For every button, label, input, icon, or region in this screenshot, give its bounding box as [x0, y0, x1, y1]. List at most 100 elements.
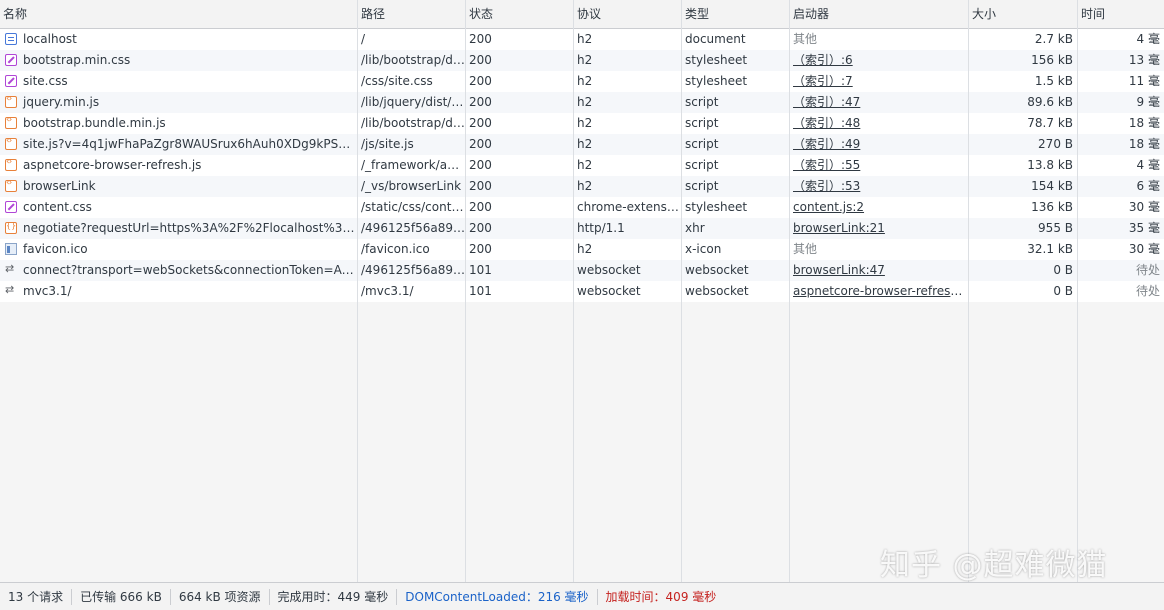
column-header-time[interactable]: 时间 — [1078, 0, 1164, 29]
cell-initiator[interactable]: aspnetcore-browser-refresh.js:... — [790, 281, 968, 302]
column-divider — [1077, 0, 1078, 582]
cell-size: 0 B — [969, 281, 1077, 302]
table-row[interactable]: aspnetcore-browser-refresh.js/_framework… — [0, 155, 1164, 176]
cell-protocol: websocket — [574, 281, 681, 302]
cell-initiator: 其他 — [790, 29, 968, 50]
cell-path: /496125f56a894... — [358, 260, 465, 281]
cell-status: 200 — [466, 239, 573, 260]
table-row[interactable]: jquery.min.js/lib/jquery/dist/j...200h2s… — [0, 92, 1164, 113]
cell-size: 2.7 kB — [969, 29, 1077, 50]
column-divider — [465, 0, 466, 582]
cell-time: 13 毫 — [1078, 50, 1164, 71]
cell-path: / — [358, 29, 465, 50]
cell-status: 200 — [466, 218, 573, 239]
cell-name[interactable]: browserLink — [0, 176, 357, 197]
cell-name[interactable]: bootstrap.bundle.min.js — [0, 113, 357, 134]
cell-initiator[interactable]: （索引）:6 — [790, 50, 968, 71]
table-header: 名称 路径 状态 协议 类型 启动器 大小 时间 — [0, 0, 1164, 29]
table-row[interactable]: favicon.ico/favicon.ico200h2x-icon其他32.1… — [0, 239, 1164, 260]
cell-size: 156 kB — [969, 50, 1077, 71]
xhr-icon — [5, 222, 17, 234]
table-row[interactable]: negotiate?requestUrl=https%3A%2F%2Flocal… — [0, 218, 1164, 239]
table-row[interactable]: site.js?v=4q1jwFhaPaZgr8WAUSrux6hAuh0XDg… — [0, 134, 1164, 155]
cell-initiator[interactable]: （索引）:7 — [790, 71, 968, 92]
cell-size: 1.5 kB — [969, 71, 1077, 92]
cell-type: websocket — [682, 281, 789, 302]
cell-initiator[interactable]: browserLink:21 — [790, 218, 968, 239]
cell-type: script — [682, 134, 789, 155]
column-divider — [789, 0, 790, 582]
column-divider — [573, 0, 574, 582]
cell-size: 955 B — [969, 218, 1077, 239]
cell-time: 18 毫 — [1078, 134, 1164, 155]
cell-status: 200 — [466, 29, 573, 50]
table-row[interactable]: mvc3.1//mvc3.1/101websocketwebsocketaspn… — [0, 281, 1164, 302]
table-row[interactable]: localhost/200h2document其他2.7 kB4 毫 — [0, 29, 1164, 50]
cell-status: 200 — [466, 92, 573, 113]
cell-type: document — [682, 29, 789, 50]
cell-name[interactable]: content.css — [0, 197, 357, 218]
cell-size: 270 B — [969, 134, 1077, 155]
column-header-type[interactable]: 类型 — [682, 0, 789, 29]
column-header-initiator[interactable]: 启动器 — [790, 0, 968, 29]
column-header-protocol[interactable]: 协议 — [574, 0, 681, 29]
cell-name[interactable]: negotiate?requestUrl=https%3A%2F%2Flocal… — [0, 218, 357, 239]
cell-initiator[interactable]: （索引）:48 — [790, 113, 968, 134]
column-header-size[interactable]: 大小 — [969, 0, 1077, 29]
network-request-table: 名称 路径 状态 协议 类型 启动器 大小 时间 localhost/200h2… — [0, 0, 1164, 582]
cell-protocol: chrome-extension — [574, 197, 681, 218]
script-icon — [5, 138, 17, 150]
cell-name[interactable]: favicon.ico — [0, 239, 357, 260]
table-row[interactable]: connect?transport=webSockets&connectionT… — [0, 260, 1164, 281]
cell-protocol: h2 — [574, 113, 681, 134]
script-icon — [5, 180, 17, 192]
column-divider — [681, 0, 682, 582]
cell-size: 154 kB — [969, 176, 1077, 197]
cell-path: /favicon.ico — [358, 239, 465, 260]
cell-protocol: h2 — [574, 71, 681, 92]
cell-status: 101 — [466, 281, 573, 302]
cell-name[interactable]: jquery.min.js — [0, 92, 357, 113]
cell-initiator[interactable]: （索引）:55 — [790, 155, 968, 176]
cell-protocol: h2 — [574, 29, 681, 50]
cell-status: 200 — [466, 134, 573, 155]
stylesheet-icon — [5, 75, 17, 87]
cell-initiator[interactable]: （索引）:49 — [790, 134, 968, 155]
table-row[interactable]: bootstrap.bundle.min.js/lib/bootstrap/di… — [0, 113, 1164, 134]
request-name: bootstrap.bundle.min.js — [23, 116, 166, 130]
websocket-icon — [5, 264, 17, 276]
cell-name[interactable]: aspnetcore-browser-refresh.js — [0, 155, 357, 176]
table-row[interactable]: site.css/css/site.css200h2stylesheet（索引）… — [0, 71, 1164, 92]
cell-path: /js/site.js — [358, 134, 465, 155]
table-row[interactable]: browserLink/_vs/browserLink200h2script（索… — [0, 176, 1164, 197]
cell-status: 200 — [466, 197, 573, 218]
cell-name[interactable]: connect?transport=webSockets&connectionT… — [0, 260, 357, 281]
cell-protocol: websocket — [574, 260, 681, 281]
cell-initiator[interactable]: browserLink:47 — [790, 260, 968, 281]
document-icon — [5, 33, 17, 45]
cell-name[interactable]: site.css — [0, 71, 357, 92]
column-header-status[interactable]: 状态 — [466, 0, 573, 29]
table-row[interactable]: content.css/static/css/conte...200chrome… — [0, 197, 1164, 218]
cell-initiator[interactable]: （索引）:47 — [790, 92, 968, 113]
cell-name[interactable]: bootstrap.min.css — [0, 50, 357, 71]
cell-initiator[interactable]: content.js:2 — [790, 197, 968, 218]
script-icon — [5, 117, 17, 129]
cell-status: 101 — [466, 260, 573, 281]
table-row[interactable]: bootstrap.min.css/lib/bootstrap/di...200… — [0, 50, 1164, 71]
cell-name[interactable]: mvc3.1/ — [0, 281, 357, 302]
column-header-name[interactable]: 名称 — [0, 0, 357, 29]
resources-size: 664 kB 项资源 — [171, 589, 270, 605]
cell-name[interactable]: site.js?v=4q1jwFhaPaZgr8WAUSrux6hAuh0XDg… — [0, 134, 357, 155]
column-header-path[interactable]: 路径 — [358, 0, 465, 29]
cell-name[interactable]: localhost — [0, 29, 357, 50]
cell-initiator: 其他 — [790, 239, 968, 260]
cell-time: 30 毫 — [1078, 239, 1164, 260]
script-icon — [5, 159, 17, 171]
cell-path: /496125f56a894... — [358, 218, 465, 239]
cell-protocol: http/1.1 — [574, 218, 681, 239]
websocket-icon — [5, 285, 17, 297]
cell-protocol: h2 — [574, 50, 681, 71]
cell-initiator[interactable]: （索引）:53 — [790, 176, 968, 197]
request-name: connect?transport=webSockets&connectionT… — [23, 263, 357, 277]
